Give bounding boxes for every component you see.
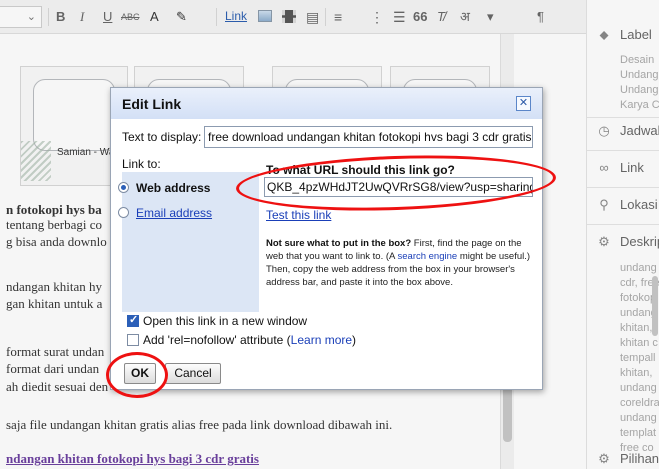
help-heading: Not sure what to put in the box? bbox=[266, 238, 412, 249]
email-address-option[interactable]: Email address bbox=[118, 206, 238, 222]
nofollow-label[interactable]: Add 'rel=nofollow' attribute (Learn more… bbox=[143, 333, 356, 347]
nofollow-label-suffix: ) bbox=[352, 333, 357, 347]
search-engine-link[interactable]: search engine bbox=[398, 251, 458, 262]
web-address-radio[interactable] bbox=[118, 182, 129, 193]
text-to-display-label: Text to display: bbox=[122, 130, 202, 144]
dialog-title: Edit Link bbox=[122, 96, 182, 112]
test-this-link[interactable]: Test this link bbox=[266, 208, 331, 222]
link-to-label: Link to: bbox=[122, 157, 161, 171]
close-icon[interactable]: ✕ bbox=[516, 96, 531, 111]
email-address-label[interactable]: Email address bbox=[136, 206, 212, 220]
open-new-window-option[interactable]: Open this link in a new window bbox=[127, 313, 347, 329]
dialog-titlebar: Edit Link ✕ bbox=[111, 88, 542, 119]
open-new-window-label[interactable]: Open this link in a new window bbox=[143, 314, 307, 328]
nofollow-checkbox[interactable] bbox=[127, 334, 139, 346]
help-text: Not sure what to put in the box? First, … bbox=[266, 237, 532, 289]
nofollow-option[interactable]: Add 'rel=nofollow' attribute (Learn more… bbox=[127, 333, 387, 348]
ok-highlight-annotation bbox=[106, 352, 168, 398]
edit-link-dialog: Edit Link ✕ Text to display: free downlo… bbox=[110, 87, 543, 390]
open-new-window-checkbox[interactable] bbox=[127, 313, 139, 327]
cancel-button[interactable]: Cancel bbox=[165, 363, 221, 384]
web-address-option[interactable]: Web address bbox=[118, 181, 238, 197]
nofollow-label-prefix: Add 'rel=nofollow' attribute ( bbox=[143, 333, 291, 347]
learn-more-link[interactable]: Learn more bbox=[291, 333, 352, 347]
web-address-label[interactable]: Web address bbox=[136, 181, 210, 195]
email-address-radio[interactable] bbox=[118, 207, 129, 218]
text-to-display-input[interactable]: free download undangan khitan fotokopi h… bbox=[204, 126, 533, 148]
